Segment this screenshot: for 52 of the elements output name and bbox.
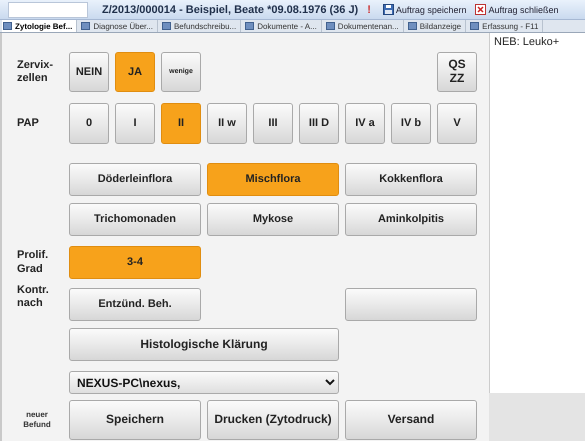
row-label: PAP: [17, 116, 40, 130]
document-icon: [81, 22, 90, 30]
document-icon: [470, 22, 480, 30]
document-icon: [3, 22, 12, 30]
blank-button[interactable]: [345, 288, 477, 321]
flora-button[interactable]: Mykose: [207, 203, 339, 236]
tab[interactable]: Bildanzeige: [406, 20, 466, 32]
send-button[interactable]: Versand: [345, 400, 477, 440]
note-text: NEB: Leuko+: [494, 36, 560, 48]
pap-button[interactable]: IV b: [391, 103, 431, 144]
close-order-button[interactable]: Auftrag schließen: [473, 4, 560, 15]
tab[interactable]: Dokumente - A...: [244, 20, 322, 32]
print-button[interactable]: Drucken (Zytodruck): [207, 400, 339, 440]
tab[interactable]: Zytologie Bef...: [2, 20, 78, 32]
tab[interactable]: Erfassung - F11: [469, 20, 544, 32]
flora-button[interactable]: Kokkenflora: [345, 163, 477, 196]
tab[interactable]: Diagnose Über...: [80, 20, 158, 32]
grade-button[interactable]: 3-4: [69, 246, 201, 279]
close-icon: [475, 4, 486, 15]
option-button[interactable]: NEIN: [69, 52, 109, 92]
document-icon: [245, 22, 254, 30]
patient-title: Z/2013/000014 - Beispiel, Beate *09.08.1976 (36 J): [102, 4, 358, 16]
document-icon: [162, 22, 171, 30]
pap-button[interactable]: III: [253, 103, 293, 144]
pap-button[interactable]: V: [437, 103, 477, 144]
search-field[interactable]: [8, 2, 88, 18]
document-icon: [408, 22, 417, 30]
qs-button[interactable]: QS ZZ: [437, 52, 477, 92]
document-icon: [326, 22, 335, 30]
flag-marker[interactable]: !: [367, 4, 371, 16]
histology-button[interactable]: Histologische Klärung: [69, 328, 339, 361]
save-order-button[interactable]: Auftrag speichern: [380, 4, 468, 15]
save-button[interactable]: Speichern: [69, 400, 201, 440]
option-button[interactable]: JA: [115, 52, 155, 92]
flora-button[interactable]: Trichomonaden: [69, 203, 201, 236]
user-dropdown[interactable]: NEXUS-PC\nexus,: [69, 371, 339, 394]
pap-button[interactable]: I: [115, 103, 155, 144]
tab[interactable]: Dokumentenan...: [324, 20, 404, 32]
flora-button[interactable]: Aminkolpitis: [345, 203, 477, 236]
tab[interactable]: Befundschreibu...: [160, 20, 242, 32]
row-label: Zervix-zellen: [17, 58, 54, 86]
pap-button[interactable]: II: [161, 103, 201, 144]
pap-button[interactable]: II w: [207, 103, 247, 144]
pap-button[interactable]: III D: [299, 103, 339, 144]
pap-button[interactable]: IV a: [345, 103, 385, 144]
row-label: Kontr. nach: [17, 284, 50, 310]
row-label: neuer Befund: [22, 410, 52, 430]
flora-button[interactable]: Mischflora: [207, 163, 339, 196]
flora-button[interactable]: Döderleinflora: [69, 163, 201, 196]
pap-button[interactable]: 0: [69, 103, 109, 144]
control-button[interactable]: Entzünd. Beh.: [69, 288, 201, 321]
row-label: Prolif. Grad: [17, 249, 50, 276]
